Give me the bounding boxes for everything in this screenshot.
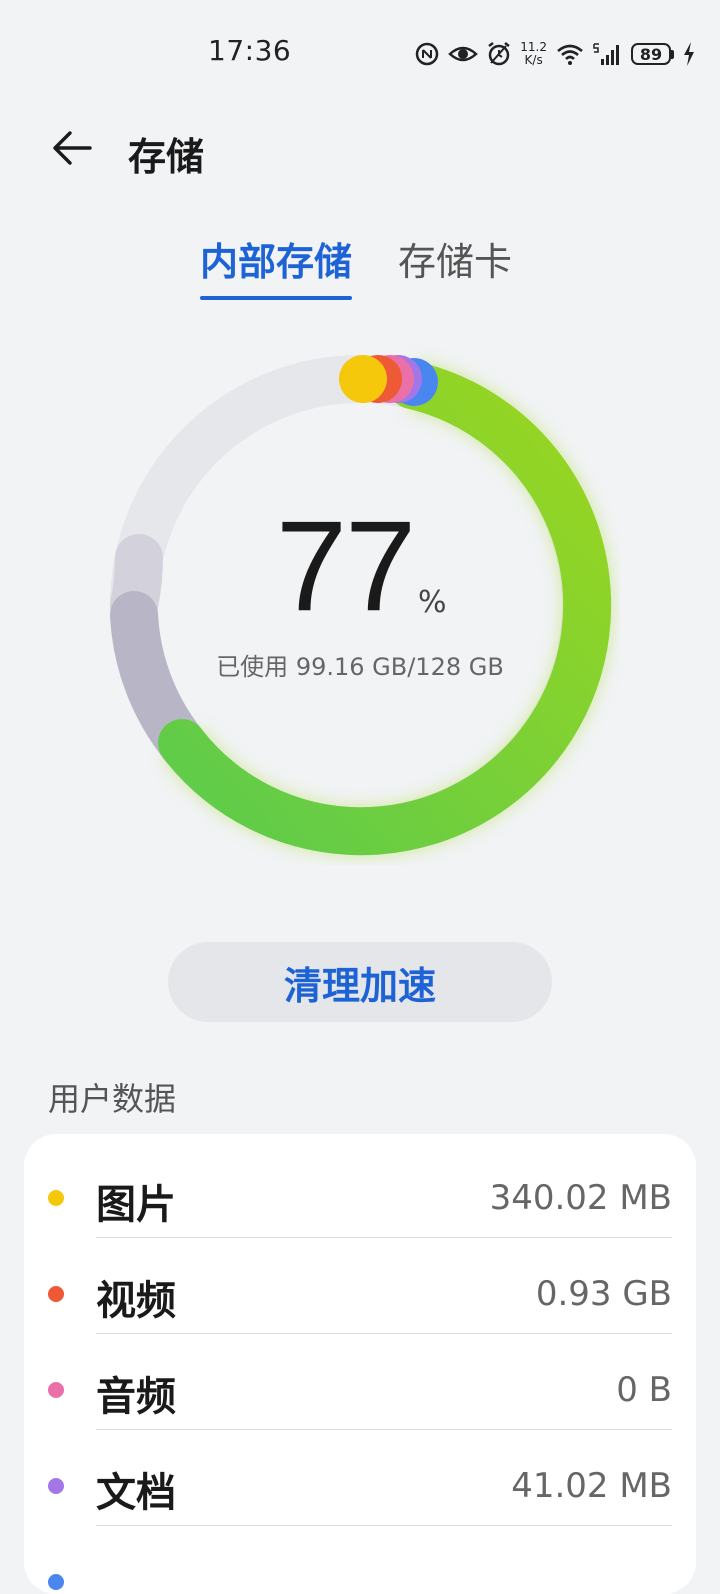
status-time: 17:36 — [208, 34, 292, 67]
usage-percent-sign: % — [418, 585, 447, 620]
storage-usage-chart: 77 % 已使用 99.16 GB/128 GB — [100, 345, 620, 865]
tab-internal-storage[interactable]: 内部存储 — [200, 232, 353, 300]
alarm-icon — [486, 41, 512, 67]
charging-icon — [682, 41, 696, 67]
list-item-label: 文档 — [96, 1470, 176, 1516]
battery-icon: 89 — [631, 43, 674, 65]
network-speed-unit: K/s — [524, 53, 543, 67]
list-item-value: 41.02 MB — [511, 1466, 672, 1506]
storage-tabs: 内部存储 存储卡 — [0, 232, 720, 312]
other-dot — [48, 1574, 64, 1590]
documents-dot — [48, 1478, 64, 1494]
list-item-pictures[interactable]: 图片 340.02 MB — [24, 1142, 696, 1238]
app-header: 存储 — [0, 110, 720, 190]
status-icons: 11.2 K/s 89 — [414, 38, 696, 70]
list-item-audio[interactable]: 音频 0 B — [24, 1334, 696, 1430]
list-item-partial[interactable] — [24, 1526, 696, 1594]
usage-detail: 已使用 99.16 GB/128 GB — [216, 653, 504, 681]
list-item-label: 音频 — [96, 1374, 176, 1420]
list-item-videos[interactable]: 视频 0.93 GB — [24, 1238, 696, 1334]
videos-dot — [48, 1286, 64, 1302]
list-item-label: 视频 — [96, 1278, 176, 1324]
list-item-value: 340.02 MB — [489, 1178, 672, 1218]
status-bar: 17:36 11.2 K/s 89 — [0, 0, 720, 100]
list-item-documents[interactable]: 文档 41.02 MB — [24, 1430, 696, 1526]
back-arrow-icon — [50, 128, 94, 172]
back-button[interactable] — [44, 126, 100, 174]
audio-dot — [48, 1382, 64, 1398]
list-item-value: 0.93 GB — [535, 1274, 672, 1314]
list-item-value: 0 B — [616, 1370, 672, 1410]
pictures-marker — [339, 355, 387, 403]
page-title: 存储 — [128, 135, 205, 179]
list-item-label: 图片 — [96, 1182, 176, 1228]
network-speed: 11.2 K/s — [520, 41, 547, 67]
battery-level: 89 — [631, 43, 671, 65]
eye-icon — [448, 42, 479, 66]
signal-5g-icon — [593, 41, 623, 67]
clean-accelerate-button[interactable]: 清理加速 — [168, 942, 552, 1022]
pictures-dot — [48, 1190, 64, 1206]
wifi-icon — [555, 42, 585, 66]
user-data-list: 图片 340.02 MB 视频 0.93 GB 音频 0 B 文档 41.02 … — [24, 1134, 696, 1594]
tab-storage-card[interactable]: 存储卡 — [398, 232, 512, 292]
usage-percent: 77 — [275, 495, 416, 638]
nfc-icon — [414, 41, 440, 67]
user-data-title: 用户数据 — [48, 1080, 177, 1118]
